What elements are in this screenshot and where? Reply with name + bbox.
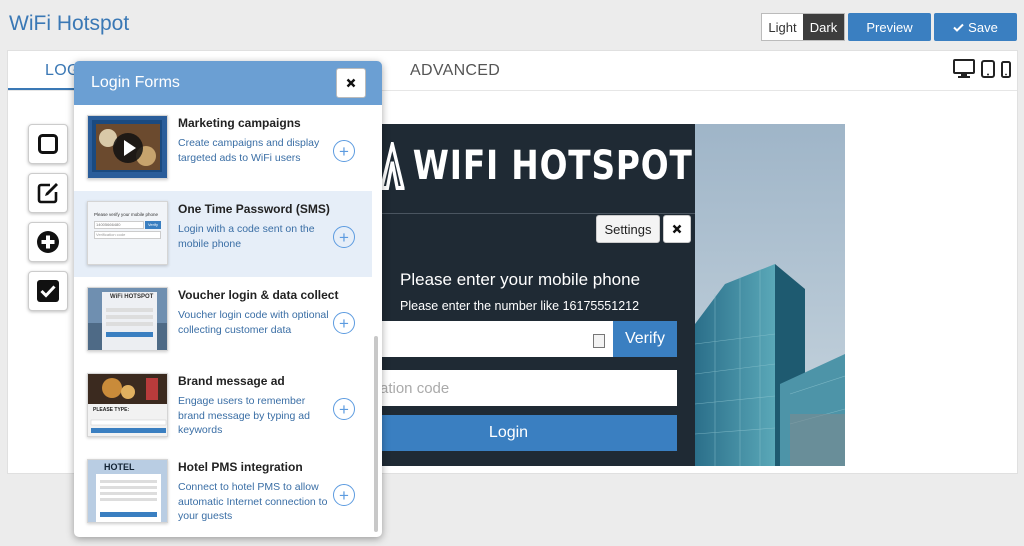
add-voucher-button[interactable]: + — [333, 312, 355, 334]
login-button[interactable]: Login — [340, 415, 677, 451]
item-title: Voucher login & data collect — [178, 288, 339, 302]
preview-heading: Please enter your mobile phone — [400, 270, 641, 289]
tab-advanced[interactable]: ADVANCED — [410, 62, 500, 80]
popup-title: Login Forms — [91, 74, 180, 91]
plus-circle-icon — [37, 231, 59, 253]
theme-light-button[interactable]: Light — [762, 14, 803, 40]
element-settings-button[interactable]: Settings — [596, 215, 660, 243]
item-title: Marketing campaigns — [178, 116, 301, 130]
preview-brand-logo: WIFI HOTSPOT — [380, 142, 693, 190]
edit-icon — [37, 183, 58, 204]
mobile-icon[interactable] — [1001, 61, 1011, 78]
thumb-otp-verify: Verify — [145, 221, 161, 229]
preview-brand-text: WIFI HOTSPOT — [412, 143, 693, 189]
thumb-hotel-logo: HOTEL — [104, 462, 135, 472]
wifi-logo-icon — [380, 142, 405, 190]
popup-header: Login Forms — [74, 61, 382, 105]
close-icon — [346, 78, 356, 88]
close-icon — [672, 224, 682, 234]
thumb-otp-title: Please verify your mobile phone — [94, 212, 159, 217]
item-description: Voucher login code with optional collect… — [178, 309, 329, 336]
popup-scrollbar[interactable] — [374, 336, 378, 532]
thumb-brand-caption: PLEASE TYPE: — [93, 407, 130, 413]
list-item-hotel-pms[interactable]: HOTEL Hotel PMS integration Connect to h… — [74, 449, 372, 535]
theme-dark-button[interactable]: Dark — [803, 14, 844, 40]
brand-ad-thumbnail: PLEASE TYPE: — [87, 373, 168, 437]
checkbox-icon — [37, 280, 59, 302]
list-item-one-time-password[interactable]: Please verify your mobile phone 14005666… — [74, 191, 372, 277]
add-marketing-button[interactable]: + — [333, 140, 355, 162]
item-description: Login with a code sent on the mobile pho… — [178, 223, 315, 250]
phone-spinner[interactable] — [593, 334, 605, 348]
save-label: Save — [968, 19, 998, 35]
verify-button[interactable]: Verify — [613, 321, 677, 357]
list-item-voucher-login[interactable]: WiFi HOTSPOT Voucher login & data collec… — [74, 277, 372, 363]
preview-subheading: Please enter the number like 16175551212 — [400, 299, 640, 313]
verification-code-input[interactable]: fication code — [340, 370, 677, 406]
select-tool-button[interactable] — [28, 124, 68, 164]
item-title: Hotel PMS integration — [178, 460, 303, 474]
item-title: One Time Password (SMS) — [178, 202, 330, 216]
preview-button[interactable]: Preview — [848, 13, 931, 41]
marketing-thumbnail — [87, 115, 168, 179]
login-preview: WIFI HOTSPOT Please enter your mobile ph… — [340, 124, 845, 466]
popup-close-button[interactable] — [336, 68, 366, 98]
device-switcher — [953, 59, 1011, 78]
add-otp-button[interactable]: + — [333, 226, 355, 248]
list-item-brand-message-ad[interactable]: PLEASE TYPE: Brand message ad Engage use… — [74, 363, 372, 449]
check-tool-button[interactable] — [28, 271, 68, 311]
list-item-marketing-campaigns[interactable]: Marketing campaigns Create campaigns and… — [74, 105, 372, 191]
voucher-thumbnail: WiFi HOTSPOT — [87, 287, 168, 351]
square-icon — [38, 134, 58, 154]
tablet-icon[interactable] — [981, 60, 995, 78]
thumb-otp-code: Verification code — [96, 232, 126, 237]
side-toolbar — [28, 124, 68, 311]
item-description: Connect to hotel PMS to allow automatic … — [178, 481, 328, 522]
hotel-pms-thumbnail: HOTEL — [87, 459, 168, 523]
otp-thumbnail: Please verify your mobile phone 14005666… — [87, 201, 168, 265]
item-description: Create campaigns and display targeted ad… — [178, 137, 320, 164]
desktop-icon[interactable] — [953, 59, 975, 78]
building-photo — [695, 124, 845, 466]
thumb-otp-number: 14005666480 — [96, 222, 121, 227]
login-forms-popup: Login Forms Marketing campaigns Create c… — [74, 61, 382, 537]
thumb-voucher-logo: WiFi HOTSPOT — [110, 294, 154, 300]
preview-divider — [340, 213, 695, 214]
check-icon — [953, 23, 964, 32]
add-brand-ad-button[interactable]: + — [333, 398, 355, 420]
item-title: Brand message ad — [178, 374, 285, 388]
theme-toggle: Light Dark — [761, 13, 845, 41]
save-button[interactable]: Save — [934, 13, 1017, 41]
app-title: WiFi Hotspot — [9, 12, 130, 35]
item-description: Engage users to remember brand message b… — [178, 395, 310, 436]
add-hotel-pms-button[interactable]: + — [333, 484, 355, 506]
edit-tool-button[interactable] — [28, 173, 68, 213]
add-tool-button[interactable] — [28, 222, 68, 262]
login-forms-list: Marketing campaigns Create campaigns and… — [74, 105, 372, 535]
element-remove-button[interactable] — [663, 215, 691, 243]
